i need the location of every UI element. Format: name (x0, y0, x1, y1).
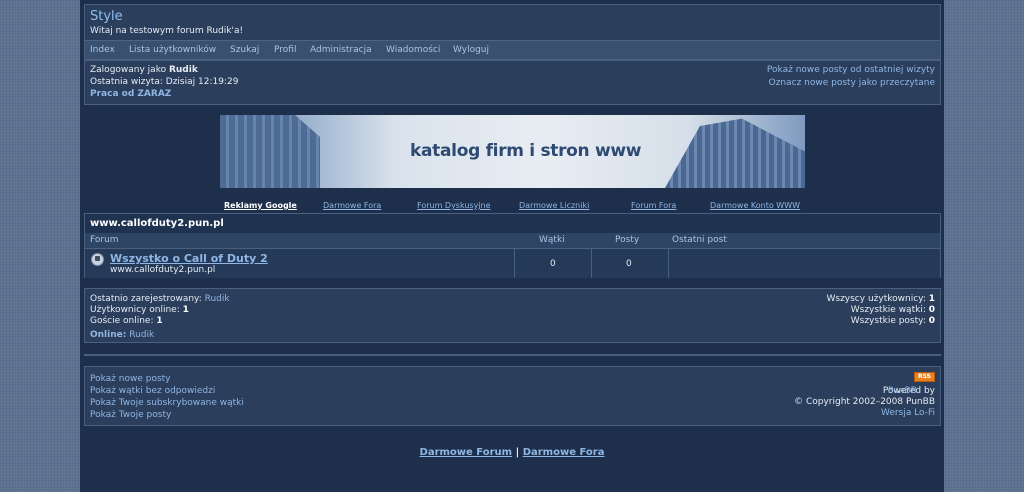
guests-online-line: Goście online: 1 (90, 316, 163, 326)
logged-in-user: Rudik (168, 65, 198, 75)
nav-search[interactable]: Szukaj (230, 45, 259, 55)
last-registered-user-link[interactable]: Rudik (205, 294, 230, 304)
ad-link-darmowe-liczniki[interactable]: Darmowe Liczniki (519, 201, 589, 210)
forum-posts-count: 0 (626, 259, 632, 269)
nav-admin[interactable]: Administracja (310, 45, 372, 55)
nav-logout[interactable]: Wyloguj (453, 45, 489, 55)
online-label: Online: (90, 330, 127, 340)
forum-threads-count: 0 (550, 259, 556, 269)
forum-status-icon (91, 253, 104, 266)
bottom-links: Darmowe Forum | Darmowe Fora (80, 447, 944, 458)
nav-profile[interactable]: Profil (274, 45, 296, 55)
forum-row: Wszystko o Call of Duty 2 www.callofduty… (85, 249, 940, 278)
forum-link[interactable]: Wszystko o Call of Duty 2 (110, 252, 268, 265)
ad-link-darmowe-konto[interactable]: Darmowe Konto WWW (710, 201, 800, 210)
nav-messages[interactable]: Wiadomości (386, 45, 440, 55)
ad-link-forum-fora[interactable]: Forum Fora (631, 201, 676, 210)
forum-cell-name: Wszystko o Call of Duty 2 www.callofduty… (85, 249, 514, 278)
copyright-text: © Copyright 2002–2008 PunBB (794, 397, 935, 407)
forum-category-panel: www.callofduty2.pun.pl Forum Wątki Posty… (84, 213, 941, 278)
powered-by-line: Powered by PunBB (882, 386, 935, 396)
brand-panel: Style Witaj na testowym forum Rudik'a! I… (84, 4, 941, 60)
banner-building-left (220, 115, 320, 188)
users-online-line: Użytkownicy online: 1 (90, 305, 189, 315)
banner-building-right (665, 118, 805, 188)
main-nav: Index Lista użytkowników Szukaj Profil A… (85, 40, 940, 59)
col-forum: Forum (90, 235, 119, 245)
footer-link-unanswered[interactable]: Pokaż wątki bez odpowiedzi (90, 386, 215, 396)
rss-icon[interactable]: RSS (914, 372, 935, 382)
total-users-line: Wszyscy użytkownicy: 1 (826, 294, 935, 304)
punbb-link[interactable]: PunBB (888, 386, 917, 396)
forum-cell-posts: 0 (591, 249, 668, 278)
nav-index[interactable]: Index (90, 45, 115, 55)
footer-panel: Pokaż nowe posty Pokaż wątki bez odpowie… (84, 366, 941, 426)
forum-cell-last-post (668, 249, 940, 278)
nav-user-list[interactable]: Lista użytkowników (129, 45, 216, 55)
forum-table-header: Forum Wątki Posty Ostatni post (85, 233, 940, 249)
col-posts: Posty (615, 235, 640, 245)
footer-link-subscribed[interactable]: Pokaż Twoje subskrybowane wątki (90, 398, 244, 408)
online-user-link[interactable]: Rudik (129, 330, 154, 340)
bottom-link-darmowe-forum[interactable]: Darmowe Forum (420, 447, 513, 458)
footer-link-new-posts[interactable]: Pokaż nowe posty (90, 374, 171, 384)
col-threads: Wątki (539, 235, 565, 245)
page-container: Style Witaj na testowym forum Rudik'a! I… (80, 0, 944, 492)
lofi-link[interactable]: Wersja Lo-Fi (881, 408, 935, 418)
col-last-post: Ostatni post (672, 235, 727, 245)
board-stats-panel: Ostatnio zarejestrowany: Rudik Użytkowni… (84, 288, 941, 343)
ad-link-darmowe-fora[interactable]: Darmowe Fora (323, 201, 381, 210)
online-list-line: Online: Rudik (90, 330, 154, 340)
total-posts-line: Wszystkie posty: 0 (850, 316, 935, 326)
mark-read-link[interactable]: Oznacz nowe posty jako przeczytane (769, 78, 935, 88)
job-link[interactable]: Praca od ZARAZ (90, 89, 171, 99)
ad-banner[interactable]: katalog firm i stron www (220, 115, 805, 188)
category-title: www.callofduty2.pun.pl (90, 218, 224, 229)
footer-link-your-posts[interactable]: Pokaż Twoje posty (90, 410, 171, 420)
total-threads-line: Wszystkie wątki: 0 (850, 305, 935, 315)
banner-text: katalog firm i stron www (410, 141, 642, 161)
new-posts-since-visit-link[interactable]: Pokaż nowe posty od ostatniej wizyty (767, 65, 935, 75)
logged-in-text: Zalogowany jako Rudik (90, 65, 198, 75)
last-registered-line: Ostatnio zarejestrowany: Rudik (90, 294, 230, 304)
category-header: www.callofduty2.pun.pl (85, 214, 940, 234)
forum-cell-threads: 0 (514, 249, 591, 278)
ad-link-forum-dyskusyjne[interactable]: Forum Dyskusyjne (417, 201, 491, 210)
last-visit-text: Ostatnia wizyta: Dzisiaj 12:19:29 (90, 77, 239, 87)
bottom-separator: | (515, 447, 520, 458)
divider (84, 354, 941, 356)
forum-description: www.callofduty2.pun.pl (110, 265, 216, 275)
ad-link-google[interactable]: Reklamy Google (224, 201, 297, 210)
bottom-link-darmowe-fora[interactable]: Darmowe Fora (523, 447, 605, 458)
board-title: Style (90, 9, 123, 24)
user-status-panel: Zalogowany jako Rudik Ostatnia wizyta: D… (84, 60, 941, 105)
board-description: Witaj na testowym forum Rudik'a! (90, 26, 244, 36)
